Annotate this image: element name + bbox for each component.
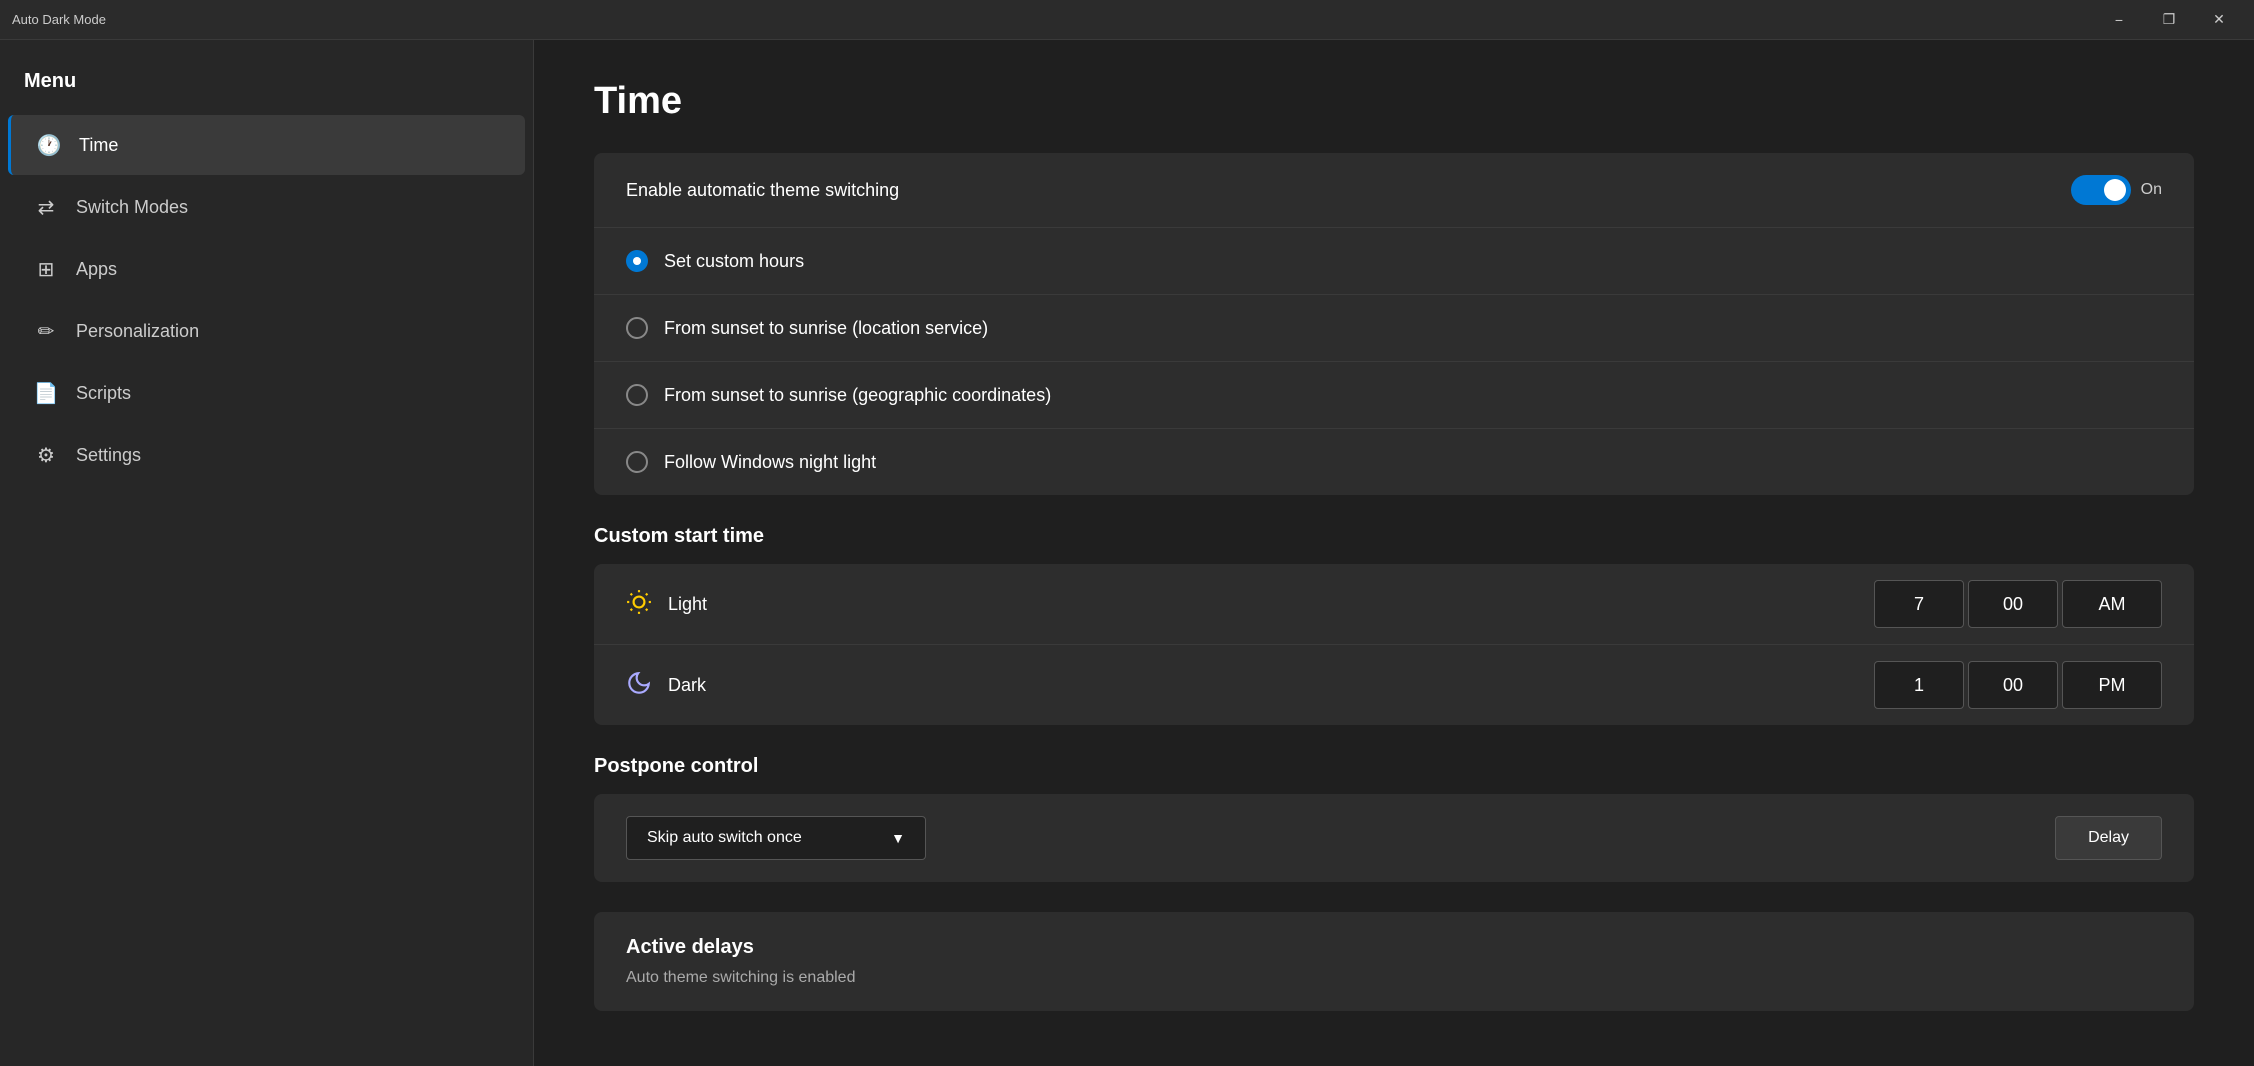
sidebar-item-switch-modes[interactable]: ⇄ Switch Modes: [8, 177, 525, 237]
dropdown-arrow-icon: ▼: [891, 830, 905, 846]
postpone-dropdown[interactable]: Skip auto switch once ▼: [626, 816, 926, 860]
active-delays-card: Active delays Auto theme switching is en…: [594, 912, 2194, 1011]
dark-time-row: Dark 1 00 PM: [594, 645, 2194, 725]
sidebar-item-settings-label: Settings: [76, 445, 141, 466]
dark-time-inputs: 1 00 PM: [1874, 661, 2162, 709]
switch-icon: ⇄: [32, 193, 60, 221]
dark-label: Dark: [668, 675, 706, 696]
radio-night-light-label: Follow Windows night light: [664, 452, 876, 473]
light-time-inputs: 7 00 AM: [1874, 580, 2162, 628]
postpone-row: Skip auto switch once ▼ Delay: [594, 794, 2194, 882]
light-time-row: Light 7 00 AM: [594, 564, 2194, 645]
dark-ampm-input[interactable]: PM: [2062, 661, 2162, 709]
window-controls: − ❐ ✕: [2096, 4, 2242, 36]
apps-icon: ⊞: [32, 255, 60, 283]
light-hour-input[interactable]: 7: [1874, 580, 1964, 628]
restore-button[interactable]: ❐: [2146, 4, 2192, 36]
scripts-icon: 📄: [32, 379, 60, 407]
radio-sunset-location-label: From sunset to sunrise (location service…: [664, 318, 988, 339]
radio-sunset-location-circle: [626, 317, 648, 339]
sidebar-item-switch-modes-label: Switch Modes: [76, 197, 188, 218]
radio-sunset-location[interactable]: From sunset to sunrise (location service…: [594, 295, 2194, 362]
delay-button[interactable]: Delay: [2055, 816, 2162, 860]
sidebar-item-apps-label: Apps: [76, 259, 117, 280]
sidebar-item-personalization-label: Personalization: [76, 321, 199, 342]
page-title: Time: [594, 80, 2194, 123]
enable-toggle[interactable]: [2071, 175, 2131, 205]
moon-icon: [626, 670, 652, 701]
toggle-wrapper: On: [2071, 175, 2162, 205]
close-button[interactable]: ✕: [2196, 4, 2242, 36]
radio-sunset-geo-circle: [626, 384, 648, 406]
sidebar-item-scripts-label: Scripts: [76, 383, 131, 404]
postpone-card: Skip auto switch once ▼ Delay: [594, 794, 2194, 882]
minimize-button[interactable]: −: [2096, 4, 2142, 36]
settings-icon: ⚙: [32, 441, 60, 469]
sidebar-item-apps[interactable]: ⊞ Apps: [8, 239, 525, 299]
personalization-icon: ✏: [32, 317, 60, 345]
sidebar-item-personalization[interactable]: ✏ Personalization: [8, 301, 525, 361]
enable-label: Enable automatic theme switching: [626, 180, 899, 201]
light-minute-input[interactable]: 00: [1968, 580, 2058, 628]
main-layout: Menu 🕐 Time ⇄ Switch Modes ⊞ Apps ✏ Pers…: [0, 40, 2254, 1066]
app-title: Auto Dark Mode: [12, 12, 106, 27]
content-area: Time Enable automatic theme switching On…: [534, 40, 2254, 1066]
titlebar: Auto Dark Mode − ❐ ✕: [0, 0, 2254, 40]
sidebar-item-time-label: Time: [79, 135, 118, 156]
custom-start-time-title: Custom start time: [594, 525, 2194, 548]
postpone-title: Postpone control: [594, 755, 2194, 778]
radio-night-light[interactable]: Follow Windows night light: [594, 429, 2194, 495]
toggle-state-label: On: [2141, 181, 2162, 199]
radio-night-light-circle: [626, 451, 648, 473]
time-card: Light 7 00 AM Dark: [594, 564, 2194, 725]
sun-icon: [626, 589, 652, 620]
radio-sunset-geo[interactable]: From sunset to sunrise (geographic coord…: [594, 362, 2194, 429]
dark-minute-input[interactable]: 00: [1968, 661, 2058, 709]
radio-custom-hours[interactable]: Set custom hours: [594, 228, 2194, 295]
toggle-knob: [2104, 179, 2126, 201]
radio-custom-hours-label: Set custom hours: [664, 251, 804, 272]
sidebar-item-settings[interactable]: ⚙ Settings: [8, 425, 525, 485]
light-row-left: Light: [626, 589, 707, 620]
sidebar-item-time[interactable]: 🕐 Time: [8, 115, 525, 175]
enable-toggle-row: Enable automatic theme switching On: [594, 153, 2194, 228]
radio-custom-hours-circle: [626, 250, 648, 272]
sidebar-item-scripts[interactable]: 📄 Scripts: [8, 363, 525, 423]
dark-row-left: Dark: [626, 670, 706, 701]
clock-icon: 🕐: [35, 131, 63, 159]
radio-sunset-geo-label: From sunset to sunrise (geographic coord…: [664, 385, 1051, 406]
sidebar: Menu 🕐 Time ⇄ Switch Modes ⊞ Apps ✏ Pers…: [0, 40, 534, 1066]
postpone-dropdown-label: Skip auto switch once: [647, 829, 802, 847]
active-delays-text: Auto theme switching is enabled: [626, 969, 2162, 987]
dark-hour-input[interactable]: 1: [1874, 661, 1964, 709]
sidebar-heading: Menu: [0, 60, 533, 113]
options-card: Enable automatic theme switching On Set …: [594, 153, 2194, 495]
light-ampm-input[interactable]: AM: [2062, 580, 2162, 628]
active-delays-title: Active delays: [626, 936, 2162, 959]
light-label: Light: [668, 594, 707, 615]
